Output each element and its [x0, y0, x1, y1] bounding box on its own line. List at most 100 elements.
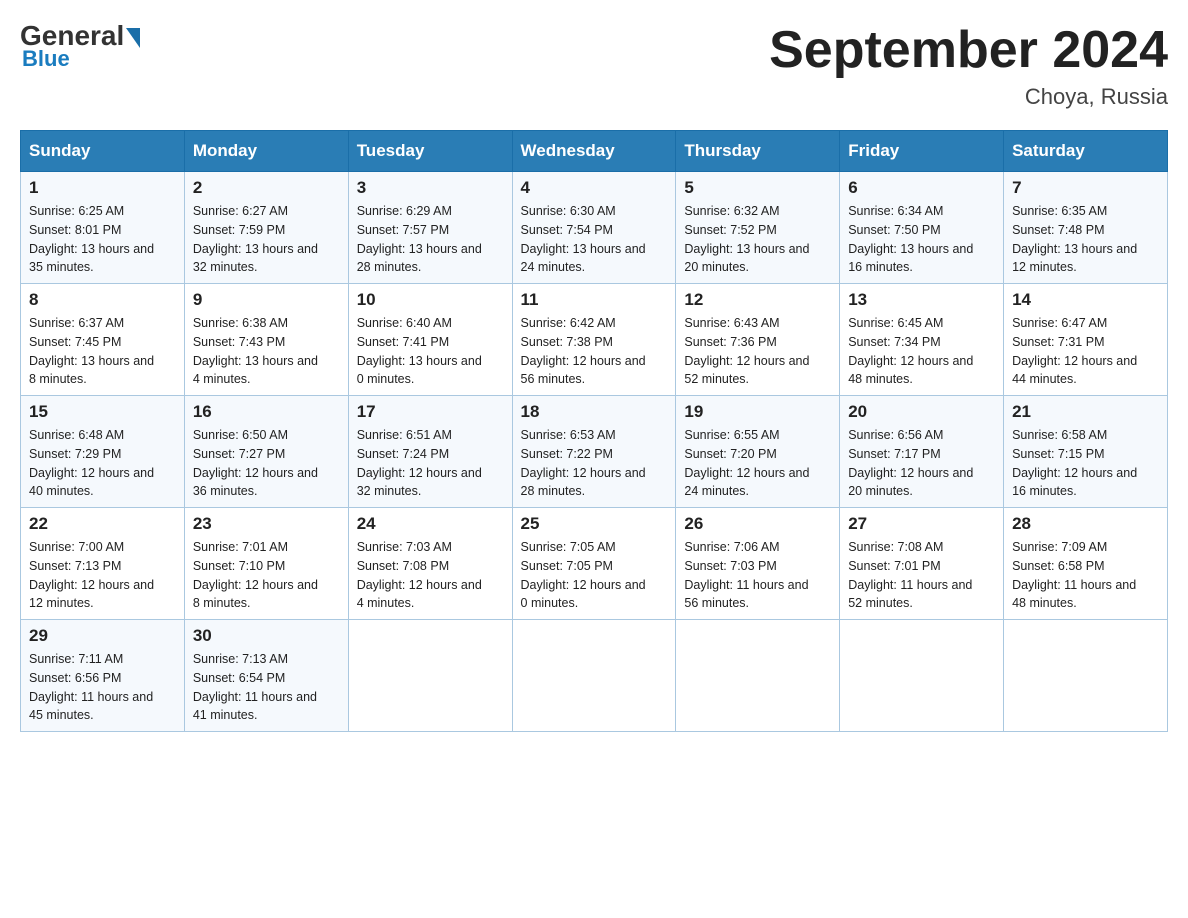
- day-info: Sunrise: 6:25 AMSunset: 8:01 PMDaylight:…: [29, 202, 176, 277]
- day-info: Sunrise: 7:01 AMSunset: 7:10 PMDaylight:…: [193, 538, 340, 613]
- day-number: 1: [29, 178, 176, 198]
- day-info: Sunrise: 6:34 AMSunset: 7:50 PMDaylight:…: [848, 202, 995, 277]
- calendar-cell: [1004, 620, 1168, 732]
- calendar-cell: 21 Sunrise: 6:58 AMSunset: 7:15 PMDayligh…: [1004, 396, 1168, 508]
- day-info: Sunrise: 7:05 AMSunset: 7:05 PMDaylight:…: [521, 538, 668, 613]
- day-number: 22: [29, 514, 176, 534]
- calendar-cell: [512, 620, 676, 732]
- day-info: Sunrise: 6:47 AMSunset: 7:31 PMDaylight:…: [1012, 314, 1159, 389]
- calendar-cell: [676, 620, 840, 732]
- title-block: September 2024 Choya, Russia: [769, 20, 1168, 110]
- day-number: 2: [193, 178, 340, 198]
- week-row-4: 22 Sunrise: 7:00 AMSunset: 7:13 PMDayligh…: [21, 508, 1168, 620]
- day-info: Sunrise: 6:38 AMSunset: 7:43 PMDaylight:…: [193, 314, 340, 389]
- calendar-table: SundayMondayTuesdayWednesdayThursdayFrid…: [20, 130, 1168, 732]
- header-thursday: Thursday: [676, 131, 840, 172]
- day-info: Sunrise: 6:37 AMSunset: 7:45 PMDaylight:…: [29, 314, 176, 389]
- calendar-cell: 22 Sunrise: 7:00 AMSunset: 7:13 PMDayligh…: [21, 508, 185, 620]
- calendar-cell: 5 Sunrise: 6:32 AMSunset: 7:52 PMDaylight…: [676, 172, 840, 284]
- calendar-cell: 16Sunrise: 6:50 AMSunset: 7:27 PMDayligh…: [184, 396, 348, 508]
- calendar-cell: 20 Sunrise: 6:56 AMSunset: 7:17 PMDayligh…: [840, 396, 1004, 508]
- day-number: 6: [848, 178, 995, 198]
- day-info: Sunrise: 6:32 AMSunset: 7:52 PMDaylight:…: [684, 202, 831, 277]
- day-number: 20: [848, 402, 995, 422]
- day-info: Sunrise: 6:50 AMSunset: 7:27 PMDaylight:…: [193, 426, 340, 501]
- day-info: Sunrise: 7:13 AMSunset: 6:54 PMDaylight:…: [193, 650, 340, 725]
- calendar-cell: 6 Sunrise: 6:34 AMSunset: 7:50 PMDaylight…: [840, 172, 1004, 284]
- calendar-cell: 4 Sunrise: 6:30 AMSunset: 7:54 PMDaylight…: [512, 172, 676, 284]
- calendar-cell: 7 Sunrise: 6:35 AMSunset: 7:48 PMDaylight…: [1004, 172, 1168, 284]
- calendar-cell: 25Sunrise: 7:05 AMSunset: 7:05 PMDayligh…: [512, 508, 676, 620]
- day-info: Sunrise: 6:55 AMSunset: 7:20 PMDaylight:…: [684, 426, 831, 501]
- day-info: Sunrise: 6:42 AMSunset: 7:38 PMDaylight:…: [521, 314, 668, 389]
- week-row-3: 15 Sunrise: 6:48 AMSunset: 7:29 PMDayligh…: [21, 396, 1168, 508]
- header-sunday: Sunday: [21, 131, 185, 172]
- day-info: Sunrise: 6:48 AMSunset: 7:29 PMDaylight:…: [29, 426, 176, 501]
- calendar-cell: 24 Sunrise: 7:03 AMSunset: 7:08 PMDayligh…: [348, 508, 512, 620]
- day-info: Sunrise: 6:56 AMSunset: 7:17 PMDaylight:…: [848, 426, 995, 501]
- calendar-cell: 10 Sunrise: 6:40 AMSunset: 7:41 PMDayligh…: [348, 284, 512, 396]
- day-info: Sunrise: 7:09 AMSunset: 6:58 PMDaylight:…: [1012, 538, 1159, 613]
- calendar-cell: 3Sunrise: 6:29 AMSunset: 7:57 PMDaylight…: [348, 172, 512, 284]
- day-number: 7: [1012, 178, 1159, 198]
- day-info: Sunrise: 7:11 AMSunset: 6:56 PMDaylight:…: [29, 650, 176, 725]
- day-number: 8: [29, 290, 176, 310]
- day-info: Sunrise: 7:03 AMSunset: 7:08 PMDaylight:…: [357, 538, 504, 613]
- day-number: 27: [848, 514, 995, 534]
- day-info: Sunrise: 6:40 AMSunset: 7:41 PMDaylight:…: [357, 314, 504, 389]
- header-monday: Monday: [184, 131, 348, 172]
- day-number: 21: [1012, 402, 1159, 422]
- calendar-cell: 11 Sunrise: 6:42 AMSunset: 7:38 PMDayligh…: [512, 284, 676, 396]
- day-number: 5: [684, 178, 831, 198]
- day-number: 12: [684, 290, 831, 310]
- calendar-cell: 18Sunrise: 6:53 AMSunset: 7:22 PMDayligh…: [512, 396, 676, 508]
- day-number: 15: [29, 402, 176, 422]
- day-number: 13: [848, 290, 995, 310]
- day-number: 14: [1012, 290, 1159, 310]
- day-info: Sunrise: 6:35 AMSunset: 7:48 PMDaylight:…: [1012, 202, 1159, 277]
- logo-blue-text: Blue: [22, 46, 70, 72]
- day-number: 29: [29, 626, 176, 646]
- calendar-cell: 29 Sunrise: 7:11 AMSunset: 6:56 PMDayligh…: [21, 620, 185, 732]
- calendar-cell: 1 Sunrise: 6:25 AMSunset: 8:01 PMDaylight…: [21, 172, 185, 284]
- day-info: Sunrise: 6:45 AMSunset: 7:34 PMDaylight:…: [848, 314, 995, 389]
- day-info: Sunrise: 7:08 AMSunset: 7:01 PMDaylight:…: [848, 538, 995, 613]
- day-info: Sunrise: 6:53 AMSunset: 7:22 PMDaylight:…: [521, 426, 668, 501]
- calendar-cell: 26Sunrise: 7:06 AMSunset: 7:03 PMDayligh…: [676, 508, 840, 620]
- day-info: Sunrise: 7:00 AMSunset: 7:13 PMDaylight:…: [29, 538, 176, 613]
- day-number: 9: [193, 290, 340, 310]
- calendar-cell: 12Sunrise: 6:43 AMSunset: 7:36 PMDayligh…: [676, 284, 840, 396]
- calendar-cell: 15 Sunrise: 6:48 AMSunset: 7:29 PMDayligh…: [21, 396, 185, 508]
- calendar-cell: 19 Sunrise: 6:55 AMSunset: 7:20 PMDayligh…: [676, 396, 840, 508]
- day-number: 23: [193, 514, 340, 534]
- day-number: 19: [684, 402, 831, 422]
- calendar-cell: 28Sunrise: 7:09 AMSunset: 6:58 PMDayligh…: [1004, 508, 1168, 620]
- header-saturday: Saturday: [1004, 131, 1168, 172]
- calendar-cell: [840, 620, 1004, 732]
- calendar-cell: 8 Sunrise: 6:37 AMSunset: 7:45 PMDaylight…: [21, 284, 185, 396]
- day-number: 11: [521, 290, 668, 310]
- calendar-cell: 2Sunrise: 6:27 AMSunset: 7:59 PMDaylight…: [184, 172, 348, 284]
- day-number: 10: [357, 290, 504, 310]
- day-number: 3: [357, 178, 504, 198]
- day-info: Sunrise: 6:30 AMSunset: 7:54 PMDaylight:…: [521, 202, 668, 277]
- calendar-cell: 13 Sunrise: 6:45 AMSunset: 7:34 PMDayligh…: [840, 284, 1004, 396]
- week-row-5: 29 Sunrise: 7:11 AMSunset: 6:56 PMDayligh…: [21, 620, 1168, 732]
- day-info: Sunrise: 6:51 AMSunset: 7:24 PMDaylight:…: [357, 426, 504, 501]
- month-title: September 2024: [769, 20, 1168, 80]
- day-info: Sunrise: 7:06 AMSunset: 7:03 PMDaylight:…: [684, 538, 831, 613]
- calendar-cell: 14 Sunrise: 6:47 AMSunset: 7:31 PMDayligh…: [1004, 284, 1168, 396]
- calendar-cell: 27 Sunrise: 7:08 AMSunset: 7:01 PMDayligh…: [840, 508, 1004, 620]
- week-row-2: 8 Sunrise: 6:37 AMSunset: 7:45 PMDaylight…: [21, 284, 1168, 396]
- logo-arrow-icon: [126, 28, 140, 48]
- page-header: General Blue September 2024 Choya, Russi…: [20, 20, 1168, 110]
- calendar-cell: 23 Sunrise: 7:01 AMSunset: 7:10 PMDayligh…: [184, 508, 348, 620]
- header-friday: Friday: [840, 131, 1004, 172]
- day-number: 30: [193, 626, 340, 646]
- day-number: 4: [521, 178, 668, 198]
- day-number: 24: [357, 514, 504, 534]
- header-tuesday: Tuesday: [348, 131, 512, 172]
- day-number: 17: [357, 402, 504, 422]
- day-info: Sunrise: 6:58 AMSunset: 7:15 PMDaylight:…: [1012, 426, 1159, 501]
- week-row-1: 1 Sunrise: 6:25 AMSunset: 8:01 PMDaylight…: [21, 172, 1168, 284]
